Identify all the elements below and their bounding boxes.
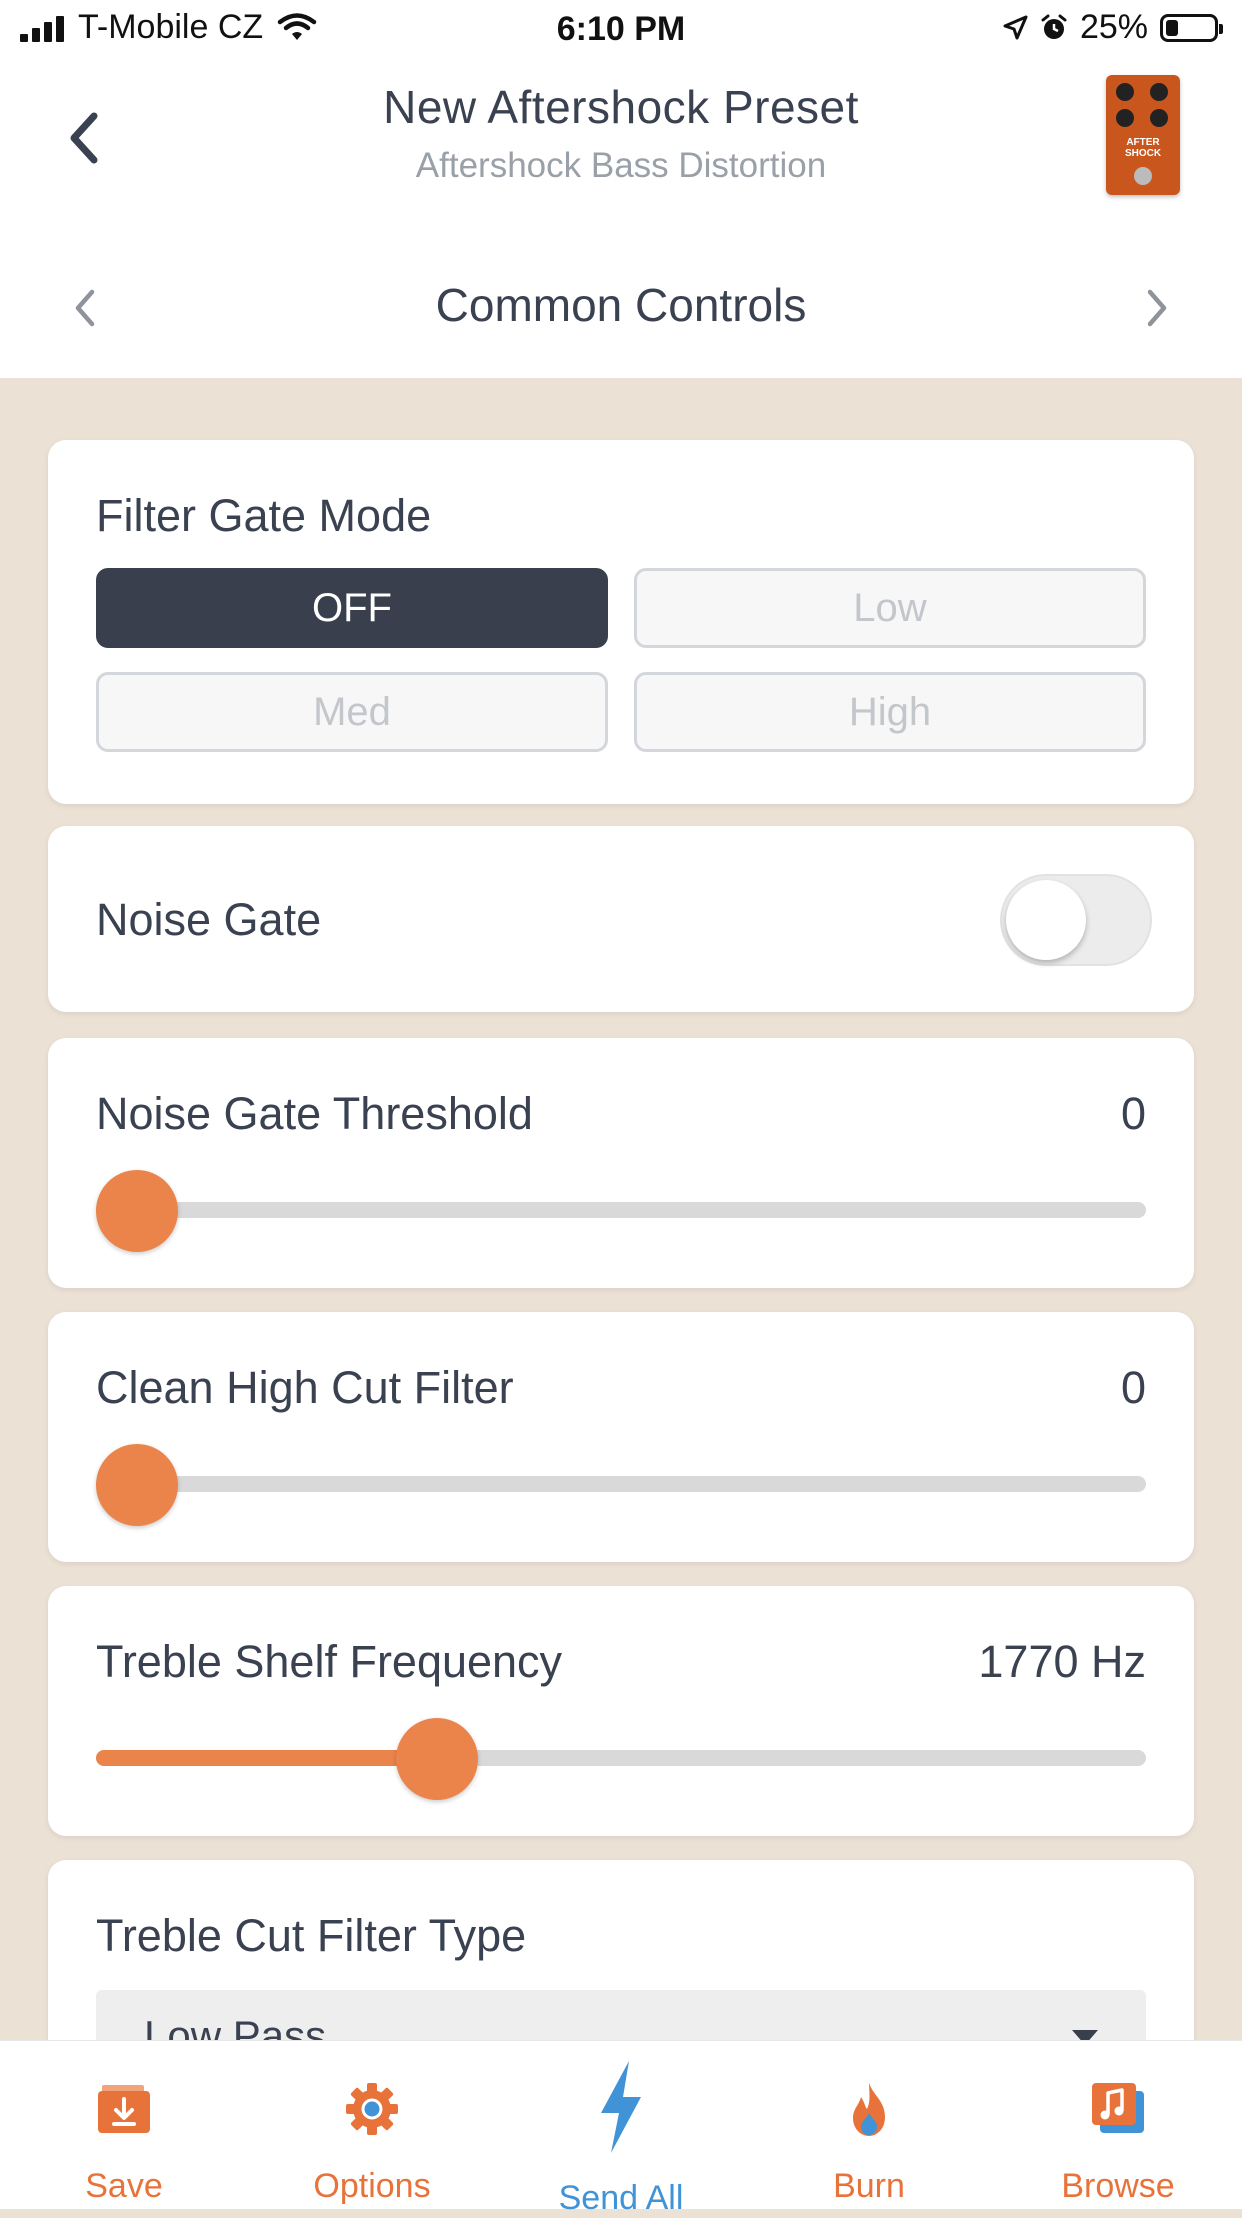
flame-icon (853, 2083, 885, 2136)
filter-gate-mode-card: Filter Gate Mode OFF Low Med High (48, 440, 1194, 804)
section-title: Common Controls (435, 279, 807, 331)
status-bar: T-Mobile CZ 6:10 PM 25% (0, 0, 1242, 62)
tab-save[interactable]: Save (0, 2041, 248, 2209)
tab-browse[interactable]: Browse (994, 2041, 1242, 2209)
noise-gate-threshold-label: Noise Gate Threshold (96, 1088, 533, 1139)
noise-gate-toggle[interactable] (1000, 874, 1152, 966)
pedal-thumbnail[interactable]: AFTER SHOCK (1106, 75, 1180, 195)
lightning-bolt-icon (601, 2061, 641, 2153)
treble-shelf-frequency-card: Treble Shelf Frequency 1770 Hz (48, 1586, 1194, 1836)
noise-gate-card: Noise Gate (48, 826, 1194, 1012)
tab-options[interactable]: Options (248, 2041, 496, 2209)
tab-options-label: Options (313, 2167, 431, 2205)
slider-thumb[interactable] (96, 1444, 178, 1526)
save-download-icon (98, 2085, 150, 2133)
noise-gate-threshold-slider[interactable] (96, 1170, 1146, 1252)
device-subtitle: Aftershock Bass Distortion (415, 146, 827, 185)
noise-gate-threshold-value: 0 (1120, 1088, 1146, 1139)
tab-browse-label: Browse (1061, 2167, 1175, 2205)
slider-thumb[interactable] (96, 1170, 178, 1252)
section-navigator: Common Controls (0, 272, 1242, 342)
tab-send-all[interactable]: Send All (497, 2041, 745, 2217)
noise-gate-threshold-card: Noise Gate Threshold 0 (48, 1038, 1194, 1288)
treble-shelf-frequency-label: Treble Shelf Frequency (96, 1636, 563, 1687)
filter-gate-low-button[interactable]: Low (634, 568, 1146, 648)
location-arrow-icon (1003, 15, 1028, 39)
clean-high-cut-label: Clean High Cut Filter (96, 1362, 514, 1413)
preset-title: New Aftershock Preset (383, 81, 859, 133)
treble-cut-filter-type-label: Treble Cut Filter Type (96, 1910, 527, 1961)
alarm-icon (1041, 14, 1067, 39)
clean-high-cut-value: 0 (1120, 1362, 1146, 1413)
clean-high-cut-card: Clean High Cut Filter 0 (48, 1312, 1194, 1562)
tab-send-all-label: Send All (558, 2179, 684, 2217)
noise-gate-label: Noise Gate (96, 894, 322, 945)
filter-gate-med-button[interactable]: Med (96, 672, 608, 752)
treble-shelf-frequency-value: 1770 Hz (978, 1636, 1146, 1687)
tab-burn-label: Burn (833, 2167, 905, 2205)
battery-percent: 25% (1079, 8, 1148, 46)
slider-thumb[interactable] (396, 1718, 479, 1800)
header: New Aftershock Preset Aftershock Bass Di… (0, 62, 1242, 378)
filter-gate-mode-label: Filter Gate Mode (96, 490, 432, 541)
tab-burn[interactable]: Burn (745, 2041, 993, 2209)
filter-gate-off-button[interactable]: OFF (96, 568, 608, 648)
tab-bar: Save Options Send All Burn Browse (0, 2040, 1242, 2217)
music-library-icon (1092, 2083, 1144, 2133)
tab-save-label: Save (85, 2167, 163, 2205)
treble-shelf-frequency-slider[interactable] (96, 1718, 1146, 1800)
pedal-logo-text: AFTER SHOCK (1124, 137, 1162, 159)
status-right: 25% (1002, 8, 1223, 47)
gear-icon (346, 2083, 398, 2135)
clean-high-cut-slider[interactable] (96, 1444, 1146, 1526)
battery-icon (1160, 13, 1223, 42)
filter-gate-high-button[interactable]: High (634, 672, 1146, 752)
next-section-icon[interactable] (1136, 286, 1176, 330)
